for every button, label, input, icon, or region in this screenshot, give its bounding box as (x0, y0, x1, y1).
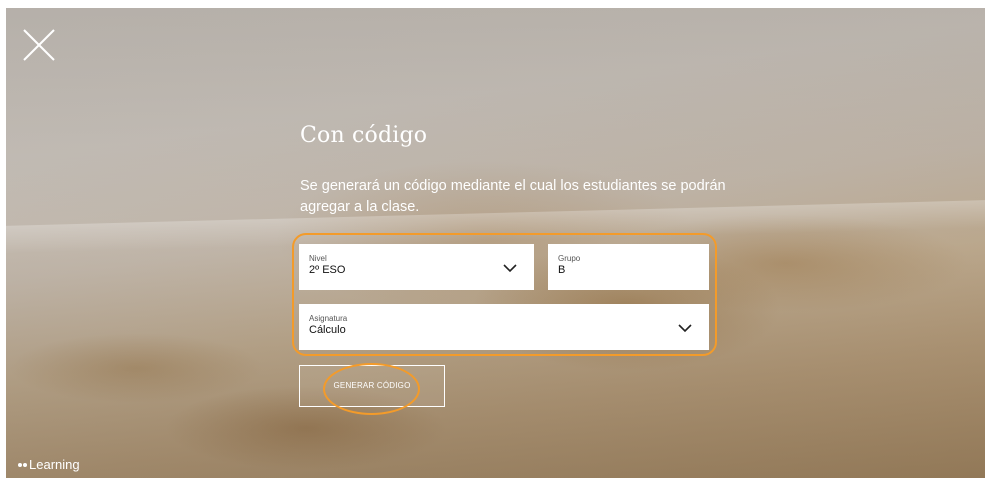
close-icon (23, 29, 55, 61)
background-photo: Con código Se generará un código mediant… (6, 8, 985, 478)
grupo-field[interactable]: Grupo B (548, 244, 709, 290)
logo-dots-icon (18, 462, 28, 467)
close-button[interactable] (22, 28, 56, 62)
nivel-label: Nivel (309, 254, 327, 263)
chevron-down-icon (678, 324, 692, 333)
asignatura-value: Cálculo (309, 324, 346, 336)
asignatura-select[interactable]: Asignatura Cálculo (299, 304, 709, 350)
grupo-value: B (558, 264, 566, 276)
brand-name: Learning (29, 457, 80, 472)
generate-code-button[interactable]: GENERAR CÓDIGO (299, 365, 445, 407)
nivel-value: 2º ESO (309, 264, 346, 276)
nivel-select[interactable]: Nivel 2º ESO (299, 244, 534, 290)
brand-logo: Learning (18, 457, 80, 472)
grupo-label: Grupo (558, 254, 581, 263)
page-description: Se generará un código mediante el cual l… (300, 178, 726, 215)
chevron-down-icon (503, 264, 517, 273)
asignatura-label: Asignatura (309, 314, 348, 323)
page-title: Con código (300, 123, 428, 148)
